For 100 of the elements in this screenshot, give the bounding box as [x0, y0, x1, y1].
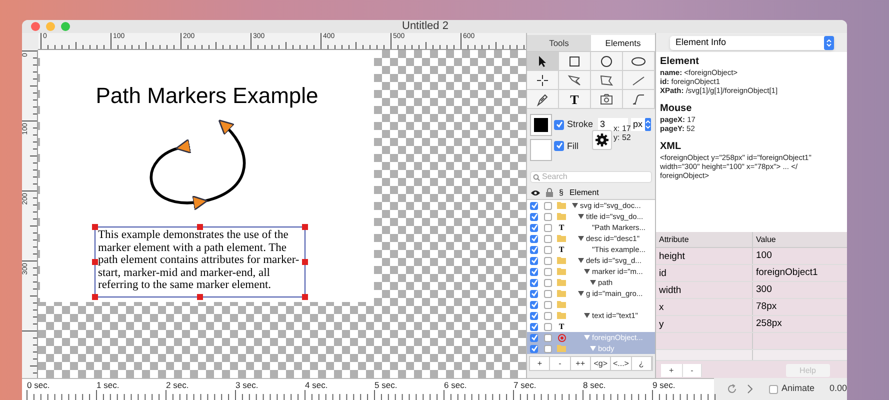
tool-button[interactable]: [559, 52, 591, 71]
attribute-button[interactable]: +: [661, 364, 683, 377]
tree-action-button[interactable]: +: [530, 357, 550, 370]
stroke-color-swatch[interactable]: [531, 115, 551, 135]
table-cell: y: [656, 316, 753, 332]
panel-tab[interactable]: Elements: [591, 35, 655, 51]
rectangle-icon: [567, 54, 582, 68]
tree-action-button[interactable]: -: [550, 357, 571, 370]
path-curve-icon: [631, 92, 646, 106]
expand-triangle-icon[interactable]: [578, 236, 584, 241]
timeline-label: 5 sec.: [374, 380, 398, 390]
polyline-icon: [567, 72, 582, 88]
stroke-label: Stroke: [567, 118, 594, 131]
y-coordinate: y: 52: [614, 132, 631, 142]
expand-triangle-icon[interactable]: [572, 203, 578, 208]
tool-button[interactable]: [527, 71, 559, 90]
text-node-glyph: T: [558, 245, 564, 254]
tree-action-button[interactable]: ++: [570, 357, 591, 370]
timeline-label: 0 sec.: [27, 380, 50, 390]
text-node-glyph: T: [558, 322, 564, 331]
panel-dropdown[interactable]: Element Info: [670, 36, 834, 50]
checkbox[interactable]: [544, 246, 552, 254]
timeline-ruler[interactable]: 0 sec. 1 sec. 2 sec. 3 sec. 4 sec. 5 sec. 6 sec. 7 sec. 8 sec. 9 sec.: [22, 378, 714, 400]
expand-triangle-icon[interactable]: [578, 214, 584, 219]
tree-action-button[interactable]: <g>: [590, 357, 612, 370]
section-heading: Mouse: [660, 103, 693, 115]
eye-icon: [531, 190, 540, 196]
checkbox[interactable]: [544, 224, 552, 232]
document-title: Path Markers Example: [94, 83, 320, 109]
pen-icon: [535, 92, 550, 106]
tool-button[interactable]: [623, 90, 655, 109]
search-field[interactable]: Search: [530, 171, 652, 183]
checkbox[interactable]: [544, 344, 552, 352]
timeline-label: 9 sec.: [652, 380, 676, 390]
target-icon: [558, 334, 566, 342]
tool-button[interactable]: [527, 90, 559, 109]
expand-triangle-icon[interactable]: [584, 313, 590, 318]
unit-select[interactable]: px: [631, 118, 651, 132]
table-cell-text: 258px: [755, 316, 782, 331]
checkbox[interactable]: [544, 290, 552, 298]
section-heading: Element: [660, 56, 700, 68]
search-icon: [533, 174, 540, 180]
close-button[interactable]: [31, 22, 40, 31]
checkbox[interactable]: [544, 212, 552, 220]
expand-triangle-icon[interactable]: [578, 291, 584, 296]
checkbox[interactable]: [544, 202, 552, 210]
checkbox[interactable]: [554, 120, 564, 130]
panel-tab[interactable]: Tools: [527, 35, 591, 51]
tool-button[interactable]: [559, 71, 591, 90]
folder-icon: [557, 235, 566, 242]
tool-button[interactable]: T: [559, 90, 591, 109]
folder-icon: [557, 345, 566, 352]
checkbox[interactable]: [554, 140, 564, 150]
table-cell-text: foreignObject1: [755, 266, 818, 280]
chevron-right-icon[interactable]: [747, 384, 754, 394]
tree-action-button[interactable]: <...>: [611, 357, 632, 370]
table-cell-text: 100: [755, 248, 772, 263]
tool-button[interactable]: [591, 71, 623, 90]
expand-triangle-icon[interactable]: [584, 269, 590, 274]
text-node-glyph: T: [558, 223, 564, 232]
checkbox[interactable]: [544, 300, 552, 308]
lock-icon: [546, 188, 553, 197]
checkbox[interactable]: [544, 278, 552, 286]
timeline-label: 3 sec.: [236, 380, 258, 390]
fill-label: Fill: [567, 140, 578, 152]
timeline-label: 6 sec.: [444, 380, 467, 390]
refresh-icon[interactable]: [727, 384, 738, 394]
tool-button[interactable]: [623, 52, 655, 71]
table-cell-text: 78px: [755, 300, 777, 314]
fill-color-swatch[interactable]: [531, 140, 551, 160]
animate-label: Animate: [781, 382, 814, 396]
column-header: Value: [755, 234, 776, 246]
paragraph-text: This example demonstrates the use of the marker element with a path element. The path element contains attributes for marker-start, marker-mid and marker-end, all referring to the same marker element.: [98, 229, 300, 292]
column-header: Attribute: [656, 232, 753, 247]
section-heading: XML: [660, 141, 682, 153]
timeline-label: 2 sec.: [166, 380, 189, 390]
checkbox[interactable]: [544, 312, 552, 320]
checkbox[interactable]: [544, 268, 552, 276]
column-header: Element: [569, 186, 599, 198]
settings-button[interactable]: [592, 130, 612, 150]
table-cell: height: [656, 248, 753, 264]
table-cell: x: [656, 299, 753, 315]
settings-icon: [594, 132, 608, 146]
table-cell-text: 300: [755, 282, 772, 297]
tool-button[interactable]: [591, 90, 623, 109]
tool-button[interactable]: [527, 52, 559, 71]
timeline-label: 7 sec.: [514, 380, 536, 390]
x-coordinate: x: 17: [614, 124, 631, 132]
checkbox[interactable]: [544, 322, 552, 330]
stepper-icon: [644, 118, 651, 132]
checkbox[interactable]: [544, 256, 552, 264]
expand-triangle-icon[interactable]: [590, 280, 596, 285]
checkbox[interactable]: [544, 234, 552, 242]
checkbox[interactable]: [769, 384, 778, 394]
checkbox[interactable]: [544, 334, 552, 342]
tree-action-button[interactable]: ¿: [632, 357, 652, 370]
tool-button[interactable]: [591, 52, 623, 71]
crosshair-icon: [535, 72, 550, 88]
attribute-button[interactable]: -: [682, 364, 702, 377]
expand-triangle-icon[interactable]: [578, 258, 584, 263]
